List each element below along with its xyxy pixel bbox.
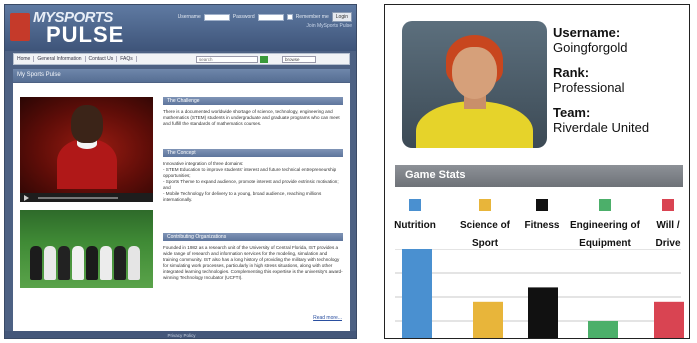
team-value: Riverdale United — [553, 120, 650, 135]
legend-label: Engineering of Equipment — [570, 220, 640, 249]
player-info: Username: Goingforgold Rank: Professiona… — [553, 25, 649, 145]
bar-engineering-of-equipment — [588, 321, 618, 338]
browse-select[interactable]: browse — [282, 56, 316, 63]
logo-line2: PULSE — [46, 22, 125, 47]
username-input[interactable] — [203, 13, 230, 21]
legend-label: Fitness — [524, 220, 560, 231]
section-title-concept: The Concept — [163, 149, 343, 157]
section-text-organizations: Founded in 1982 as a research unit of th… — [163, 245, 343, 280]
legend-label: Nutrition — [394, 220, 436, 231]
section-text-challenge: There is a documented worldwide shortage… — [163, 109, 340, 126]
team-huddle-photo — [20, 210, 153, 288]
remember-label: Remember me — [295, 14, 329, 20]
username-label: Username: — [553, 25, 621, 40]
bar-will-drive — [654, 301, 684, 338]
video-progress-bar[interactable] — [38, 197, 118, 199]
section-title-challenge: The Challenge — [163, 97, 343, 105]
legend-swatch — [536, 199, 548, 211]
legend-swatch — [662, 199, 674, 211]
password-label: Password — [232, 14, 255, 20]
play-icon[interactable] — [24, 195, 29, 201]
nav-bar: Home General Information Contact Us FAQs… — [13, 53, 350, 65]
legend-item-fitness: Fitness — [518, 199, 566, 233]
stats-legend: Nutrition Science of Sport Fitness Engin… — [385, 199, 689, 251]
website-screenshot: MYSPORTS PULSE Username Password Remembe… — [4, 4, 357, 339]
password-input[interactable] — [257, 13, 284, 21]
bar-nutrition — [402, 249, 432, 338]
login-button[interactable]: Login — [331, 12, 352, 22]
video-frame — [57, 105, 117, 189]
bar-science-of-sport — [473, 301, 503, 338]
remember-checkbox[interactable] — [286, 14, 293, 20]
main-content: The Challenge There is a documented worl… — [13, 83, 350, 331]
site-logo[interactable]: MYSPORTS PULSE — [10, 9, 150, 47]
nav-item-faqs[interactable]: FAQs — [117, 56, 137, 62]
rank-value: Professional — [553, 80, 625, 95]
search-go-button[interactable] — [260, 56, 268, 63]
legend-label: Will / Drive — [655, 220, 681, 249]
nav-item-general-information[interactable]: General Information — [34, 56, 86, 62]
section-title-organizations: Contributing Organizations — [163, 233, 343, 241]
game-stats-header: Game Stats — [395, 165, 683, 187]
video-controls — [20, 193, 153, 202]
page-title: My Sports Pulse — [13, 69, 350, 82]
legend-swatch — [599, 199, 611, 211]
rank-label: Rank: — [553, 65, 590, 80]
join-link[interactable]: Join MySports Pulse — [306, 23, 352, 29]
username-value: Goingforgold — [553, 40, 628, 55]
game-stats-chart — [395, 249, 684, 338]
login-form: Username Password Remember me Login — [178, 12, 352, 22]
legend-item-science-of-sport: Science of Sport — [457, 199, 513, 251]
legend-item-will-drive: Will / Drive — [647, 199, 689, 251]
player-profile-card: Username: Goingforgold Rank: Professiona… — [384, 4, 690, 339]
username-label: Username — [177, 14, 201, 20]
legend-swatch — [409, 199, 421, 211]
bar-fitness — [528, 287, 558, 338]
team-label: Team: — [553, 105, 591, 120]
site-footer[interactable]: Privacy Policy — [5, 331, 356, 338]
read-more-link[interactable]: Read more... — [313, 315, 342, 321]
nav-item-contact-us[interactable]: Contact Us — [86, 56, 118, 62]
section-text-concept: Innovative integration of three domains:… — [163, 161, 339, 202]
legend-item-engineering-of-equipment: Engineering of Equipment — [569, 199, 641, 251]
site-header: MYSPORTS PULSE Username Password Remembe… — [5, 5, 356, 51]
legend-swatch — [479, 199, 491, 211]
legend-item-nutrition: Nutrition — [385, 199, 445, 233]
legend-label: Science of Sport — [459, 220, 511, 249]
search-input[interactable]: search — [196, 56, 258, 63]
player-avatar — [402, 21, 547, 148]
nav-item-home[interactable]: Home — [14, 56, 35, 62]
video-player[interactable] — [20, 97, 153, 202]
runner-icon — [10, 13, 30, 41]
